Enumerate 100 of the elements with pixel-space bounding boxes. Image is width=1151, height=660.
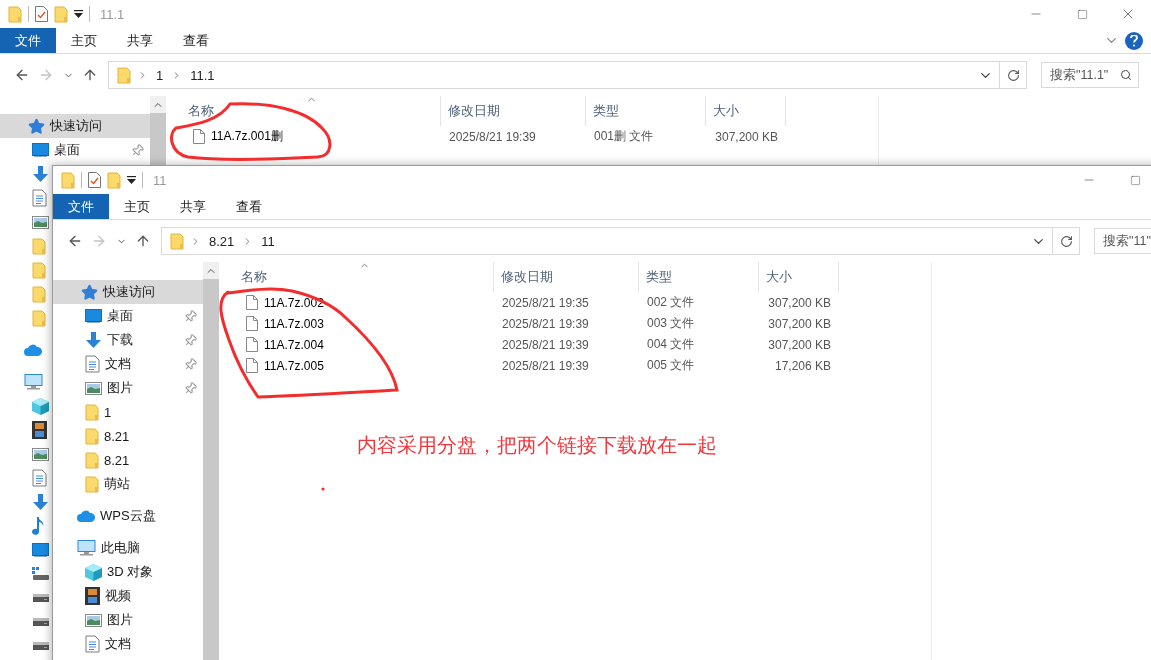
cloud-icon — [77, 510, 95, 522]
file-icon — [246, 337, 258, 352]
folder-icon — [32, 309, 46, 327]
table-cell-text: 2025/8/21 19:39 — [448, 129, 537, 144]
sidebar-item[interactable]: 8.21 — [53, 424, 203, 448]
sidebar-item[interactable]: 1 — [53, 400, 203, 424]
document-icon — [85, 635, 100, 653]
refresh-icon — [1059, 234, 1073, 248]
monitor-icon — [85, 309, 102, 323]
network-drive-icon — [32, 567, 50, 581]
cube-icon — [32, 397, 49, 415]
table-cell-text: 001删 文件 — [593, 128, 655, 145]
file-name[interactable]: 11A.7z.003 — [264, 316, 324, 331]
computer-icon — [24, 374, 43, 390]
sidebar-item[interactable]: 桌面 — [0, 138, 150, 162]
table-cell-text: 307,200 KB — [767, 316, 832, 331]
image-icon — [32, 447, 49, 461]
column-header[interactable]: 名称 — [219, 262, 494, 292]
column-header[interactable]: 类型 — [639, 262, 759, 292]
file-name[interactable]: 11A.7z.005 — [264, 358, 324, 373]
column-header[interactable]: 大小 — [759, 262, 839, 292]
monitor-icon — [32, 143, 49, 157]
document-icon — [85, 355, 100, 373]
breadcrumb-item[interactable]: 8.21 — [207, 233, 237, 249]
maximize-icon — [1129, 174, 1141, 186]
ribbon-tab[interactable]: 主页 — [109, 194, 165, 219]
ribbon-tab[interactable]: 共享 — [112, 28, 168, 53]
scrollbar[interactable] — [150, 96, 166, 165]
ribbon-tab[interactable]: 查看 — [221, 194, 277, 219]
sidebar-item[interactable]: 文档 — [53, 632, 203, 656]
table-cell-text: 2025/8/21 19:39 — [501, 316, 590, 331]
new-folder-icon — [54, 5, 68, 23]
sidebar-item[interactable]: 图片 — [53, 608, 203, 632]
sidebar-item[interactable]: 文档 — [53, 352, 203, 376]
scrollbar[interactable] — [203, 262, 219, 660]
computer-icon — [77, 540, 96, 556]
ribbon-tab[interactable]: 主页 — [56, 28, 112, 53]
table-cell-text: 17,206 KB — [773, 358, 832, 373]
file-icon — [246, 295, 258, 310]
annotation-dot — [321, 487, 325, 491]
folder-icon — [32, 285, 46, 303]
column-header[interactable]: 类型 — [586, 96, 706, 126]
table-cell-text: 2025/8/21 19:39 — [501, 358, 590, 373]
breadcrumb-item[interactable]: 1 — [154, 67, 166, 83]
sidebar-item[interactable]: 快速访问 — [0, 114, 150, 138]
folder-icon — [8, 5, 22, 23]
sidebar-item[interactable]: WPS云盘 — [53, 504, 203, 528]
file-name[interactable]: 11A.7z.002 — [264, 295, 324, 310]
window-title: 11.1 — [100, 6, 125, 22]
table-cell-text: 307,200 KB — [767, 295, 832, 310]
sidebar-item[interactable]: 8.21 — [53, 448, 203, 472]
breadcrumb-item[interactable]: 11 — [259, 233, 277, 249]
folder-icon — [117, 66, 131, 84]
file-icon — [193, 129, 205, 144]
search-icon — [1120, 69, 1132, 81]
sidebar-item[interactable]: 快速访问 — [53, 280, 203, 304]
file-name[interactable]: 11A.7z.001删 — [211, 128, 283, 145]
file-icon — [246, 316, 258, 331]
dropdown-icon[interactable] — [127, 176, 136, 184]
document-icon — [32, 469, 47, 487]
sidebar-item[interactable]: 图片 — [53, 376, 203, 400]
search-field[interactable]: 搜索"11" — [1094, 228, 1151, 254]
ribbon-tab[interactable]: 查看 — [168, 28, 224, 53]
ribbon-tab[interactable]: 共享 — [165, 194, 221, 219]
sidebar-item[interactable]: 3D 对象 — [53, 560, 203, 584]
help-icon[interactable] — [1125, 31, 1143, 50]
table-cell-text: 002 文件 — [646, 294, 696, 311]
up-icon — [82, 67, 98, 83]
annotation-note: 内容采用分盘，把两个链接下载放在一起 — [357, 433, 717, 458]
address-bar[interactable]: 1 11.1 — [108, 61, 1027, 89]
cube-icon — [85, 563, 102, 581]
dropdown-icon[interactable] — [74, 10, 83, 18]
file-menu-button[interactable]: 文件 — [53, 194, 109, 219]
folder-icon — [85, 475, 99, 493]
download-icon — [32, 493, 49, 511]
sidebar-item[interactable]: 萌站 — [53, 472, 203, 496]
column-header[interactable]: 名称 — [166, 96, 441, 126]
folder-icon — [61, 171, 75, 189]
folder-icon — [85, 451, 99, 469]
column-header[interactable]: 修改日期 — [441, 96, 586, 126]
refresh-icon — [1006, 68, 1020, 82]
download-icon — [85, 331, 102, 349]
music-note-icon — [32, 517, 44, 535]
file-name[interactable]: 11A.7z.004 — [264, 337, 324, 352]
folder-icon — [170, 232, 184, 250]
table-cell-text: 005 文件 — [646, 357, 696, 374]
search-field[interactable]: 搜索"11.1" — [1041, 62, 1139, 88]
file-menu-button[interactable]: 文件 — [0, 28, 56, 53]
sidebar-item[interactable]: 桌面 — [53, 304, 203, 328]
film-icon — [32, 421, 47, 439]
address-bar[interactable]: 8.21 11 — [161, 227, 1080, 255]
column-header[interactable]: 修改日期 — [494, 262, 639, 292]
sidebar-item[interactable]: 下载 — [53, 328, 203, 352]
sidebar-item[interactable]: 此电脑 — [53, 536, 203, 560]
cloud-icon — [24, 344, 42, 356]
image-icon — [32, 215, 49, 229]
sidebar-item[interactable]: 视频 — [53, 584, 203, 608]
breadcrumb-item[interactable]: 11.1 — [188, 67, 217, 83]
column-header[interactable]: 大小 — [706, 96, 786, 126]
document-icon — [32, 189, 47, 207]
